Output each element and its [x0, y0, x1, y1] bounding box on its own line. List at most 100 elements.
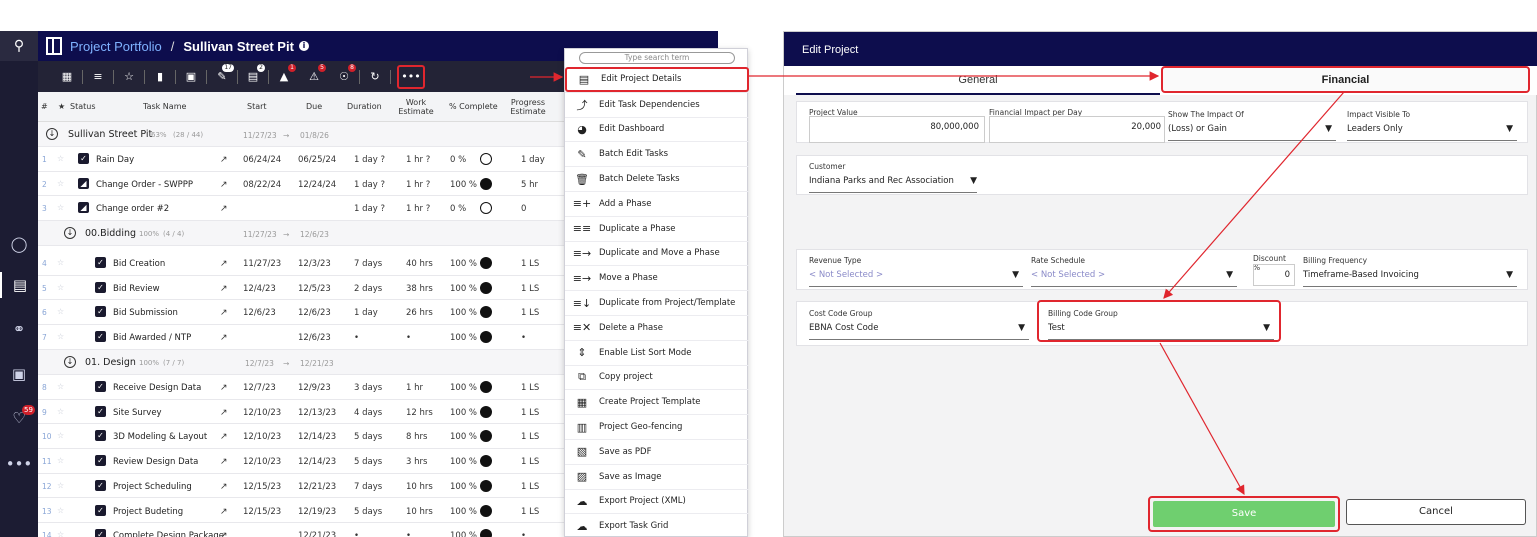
completion-circle-icon[interactable] [480, 331, 492, 344]
status-checkbox[interactable]: ✓ [78, 153, 89, 164]
col-pct-complete[interactable]: % Complete [449, 102, 498, 111]
task-name[interactable]: Bid Creation [113, 259, 165, 269]
star-icon[interactable]: ☆ [57, 506, 64, 515]
device-icon[interactable]: ▣ [0, 361, 38, 387]
menu-item-duplicate-from-project-template[interactable]: ≡↓ Duplicate from Project/Template [565, 290, 749, 315]
more-options-button[interactable]: ••• [397, 64, 425, 89]
menu-item-duplicate-and-move-a-phase[interactable]: ≡→ Duplicate and Move a Phase [565, 240, 749, 266]
status-checkbox[interactable]: ✓ [95, 281, 106, 293]
open-task-icon[interactable]: ↗ [220, 204, 228, 214]
star-icon[interactable]: ☆ [57, 382, 64, 391]
open-task-icon[interactable]: ↗ [220, 383, 228, 393]
financial-impact-field[interactable]: Financial Impact per Day 20,000 [989, 108, 1165, 143]
discount-field[interactable]: Discount % 0 [1253, 254, 1295, 286]
star-icon[interactable]: ☆ [57, 154, 64, 163]
table-row[interactable]: 11 ☆ ✓ Review Design Data ↗ 12/10/23 12/14/23 5… [38, 449, 564, 474]
completion-circle-icon[interactable] [480, 177, 492, 190]
issues-icon[interactable]: ⚠ 5 [299, 63, 329, 88]
impact-visible-select[interactable]: Impact Visible To Leaders Only ▼ [1347, 110, 1517, 141]
risks-icon[interactable]: ☉ 8 [329, 63, 359, 88]
table-row[interactable]: 14 ☆ ✓ Complete Design Package ↗ 12/21/23 • • 10… [38, 523, 564, 537]
search-icon[interactable]: ⚲ [0, 31, 38, 61]
col-start[interactable]: Start [247, 102, 267, 111]
completion-circle-icon[interactable] [480, 455, 492, 468]
tab-financial[interactable]: Financial [1161, 66, 1530, 93]
customer-select[interactable]: Customer Indiana Parks and Rec Associati… [809, 162, 977, 193]
table-row[interactable]: 10 ☆ ✓ 3D Modeling & Layout ↗ 12/10/23 12/14/2… [38, 424, 564, 450]
open-task-icon[interactable]: ↗ [220, 155, 228, 165]
table-row[interactable]: 12 ☆ ✓ Project Scheduling ↗ 12/15/23 12/21/23 7… [38, 474, 564, 499]
star-icon[interactable]: ☆ [57, 283, 64, 292]
table-row[interactable]: 4 ☆ ✓ Bid Creation ↗ 11/27/23 12/3/23 7 days 40 … [38, 251, 564, 276]
status-checkbox[interactable]: ◢ [78, 202, 89, 214]
project-value-field[interactable]: Project Value 80,000,000 [809, 108, 985, 143]
completion-circle-icon[interactable] [480, 202, 492, 215]
chevron-down-icon[interactable]: ▼ [1325, 124, 1332, 134]
col-duration[interactable]: Duration [347, 102, 382, 111]
menu-item-move-a-phase[interactable]: ≡→ Move a Phase [565, 265, 749, 290]
project-panel-icon[interactable]: ▤ [0, 272, 38, 298]
cost-code-select[interactable]: Cost Code Group EBNA Cost Code ▼ [809, 309, 1029, 340]
collapse-icon[interactable]: ↓ [64, 356, 76, 368]
revenue-type-select[interactable]: Revenue Type < Not Selected > ▼ [809, 256, 1023, 287]
info-icon[interactable]: i [298, 41, 309, 51]
chevron-down-icon[interactable]: ▼ [1506, 124, 1513, 134]
chevron-down-icon[interactable]: ▼ [1018, 323, 1025, 333]
task-name[interactable]: Bid Submission [113, 308, 178, 318]
col-status[interactable]: Status [70, 102, 96, 111]
check-circle-icon[interactable]: ◯ [0, 231, 38, 257]
star-icon[interactable]: ☆ [57, 530, 64, 537]
table-row[interactable]: 2 ☆ ◢ Change Order - SWPPP ↗ 08/22/24 12/24/24… [38, 172, 564, 197]
status-checkbox[interactable]: ✓ [95, 430, 106, 442]
status-checkbox[interactable]: ✓ [95, 455, 106, 467]
completion-circle-icon[interactable] [480, 529, 492, 537]
status-checkbox[interactable]: ◢ [78, 177, 89, 189]
table-row[interactable]: 1 ☆ ✓ Rain Day ↗ 06/24/24 06/25/24 1 day ? 1 hr … [38, 147, 564, 172]
cycle-icon[interactable]: ⚭ [0, 316, 38, 342]
task-name[interactable]: Bid Awarded / NTP [113, 333, 191, 343]
completion-circle-icon[interactable] [480, 405, 492, 418]
completion-circle-icon[interactable] [480, 153, 492, 165]
task-name[interactable]: Rain Day [96, 155, 134, 165]
grid-view-icon[interactable]: ▦ [52, 66, 82, 88]
chevron-down-icon[interactable]: ▼ [1506, 270, 1513, 280]
table-row[interactable]: 3 ☆ ◢ Change order #2 ↗ 1 day ? 1 hr ? 0 % 0 [38, 196, 564, 222]
breadcrumb-portfolio[interactable]: Project Portfolio [70, 39, 162, 54]
menu-item-add-a-phase[interactable]: ≡+ Add a Phase [565, 191, 749, 216]
star-icon[interactable]: ☆ [57, 332, 64, 341]
status-checkbox[interactable]: ✓ [95, 479, 106, 491]
menu-search-input[interactable]: Type search term [579, 52, 735, 64]
menu-item-export-task-grid[interactable]: ☁ Export Task Grid [565, 513, 749, 537]
status-checkbox[interactable]: ✓ [95, 381, 106, 392]
open-task-icon[interactable]: ↗ [220, 180, 228, 190]
menu-item-duplicate-a-phase[interactable]: ≡≡ Duplicate a Phase [565, 215, 749, 241]
menu-item-batch-edit-tasks[interactable]: ✎ Batch Edit Tasks [565, 141, 749, 166]
col-work-estimate[interactable]: Work Estimate [398, 98, 434, 116]
star-icon[interactable]: ☆ [57, 456, 64, 465]
project-row[interactable]: ↓ Sullivan Street Pit 63% (28 / 44) 11/2… [38, 122, 564, 147]
menu-item-project-geo-fencing[interactable]: ▥ Project Geo-fencing [565, 414, 749, 439]
task-name[interactable]: Change Order - SWPPP [96, 180, 193, 190]
completion-circle-icon[interactable] [480, 430, 492, 443]
status-checkbox[interactable]: ✓ [95, 331, 106, 343]
open-task-icon[interactable]: ↗ [220, 308, 228, 318]
expand-icon[interactable]: ▣ [176, 66, 206, 88]
completion-circle-icon[interactable] [480, 281, 492, 294]
menu-item-enable-list-sort-mode[interactable]: ⇕ Enable List Sort Mode [565, 339, 749, 365]
open-task-icon[interactable]: ↗ [220, 482, 228, 492]
task-name[interactable]: Review Design Data [113, 457, 198, 467]
phase-row-design[interactable]: ↓ 01. Design 100% (7 / 7) 12/7/23 → 12/2… [38, 350, 564, 375]
status-checkbox[interactable]: ✓ [95, 306, 106, 318]
menu-item-save-as-pdf[interactable]: ▧ Save as PDF [565, 439, 749, 464]
col-task-name[interactable]: Task Name [143, 102, 186, 111]
task-name[interactable]: Bid Review [113, 284, 160, 294]
show-impact-select[interactable]: Show The Impact Of (Loss) or Gain ▼ [1168, 110, 1336, 141]
billing-frequency-select[interactable]: Billing Frequency Timeframe-Based Invoic… [1303, 256, 1517, 287]
col-progress-estimate[interactable]: Progress Estimate [508, 98, 548, 116]
task-name[interactable]: Complete Design Package [113, 531, 224, 537]
col-due[interactable]: Due [306, 102, 322, 111]
chevron-down-icon[interactable]: ▼ [1226, 270, 1233, 280]
board-view-icon[interactable]: ▮ [145, 66, 175, 88]
task-name[interactable]: Project Scheduling [113, 482, 192, 492]
open-task-icon[interactable]: ↗ [220, 432, 228, 442]
